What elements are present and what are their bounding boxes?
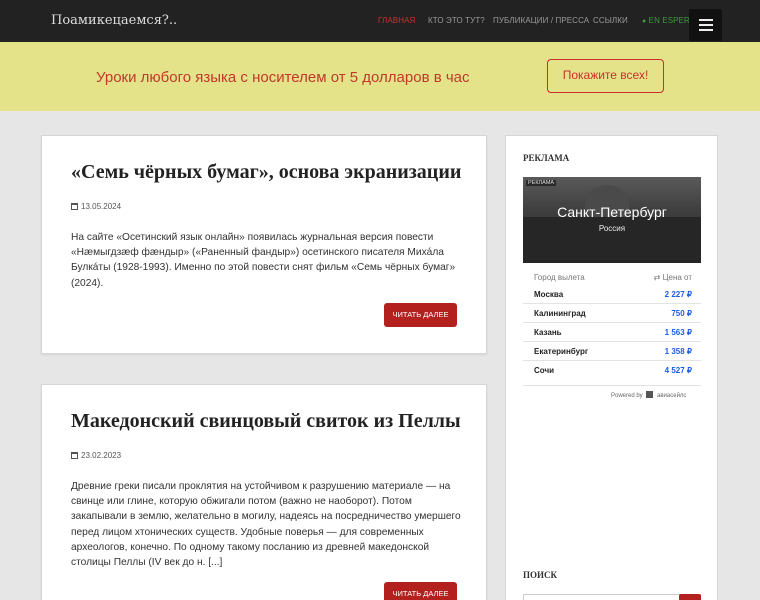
nav-esperanto[interactable]: ● EN ESPERA bbox=[642, 16, 695, 25]
ad-row-price[interactable]: 4 527 ₽ bbox=[665, 366, 692, 375]
read-more-button[interactable]: ЧИТАТЬ ДАЛЕЕ bbox=[384, 582, 457, 600]
ad-destination-image[interactable]: РЕКЛАМА Санкт-Петербург Россия bbox=[523, 177, 701, 263]
sidebar: РЕКЛАМА РЕКЛАМА Санкт-Петербург Россия Г… bbox=[505, 135, 718, 600]
top-navbar: Поамикецаемся?.. ГЛАВНАЯ КТО ЭТО ТУТ? ПУ… bbox=[0, 0, 760, 42]
row-divider bbox=[523, 322, 701, 323]
ad-row-city[interactable]: Москва bbox=[534, 290, 563, 299]
ad-country: Россия bbox=[598, 224, 626, 233]
ad-col-from: Город вылета bbox=[534, 273, 585, 282]
ad-city: Санкт-Петербург bbox=[557, 204, 667, 220]
promo-banner: Уроки любого языка с носителем от 5 долл… bbox=[0, 42, 760, 111]
powered-label: Powered by bbox=[611, 393, 643, 399]
ad-widget-title: РЕКЛАМА bbox=[523, 153, 570, 163]
calendar-icon bbox=[71, 452, 78, 459]
ad-row-price[interactable]: 1 563 ₽ bbox=[665, 328, 692, 337]
nav-publications[interactable]: ПУБЛИКАЦИИ / ПРЕССА bbox=[493, 16, 589, 25]
nav-home[interactable]: ГЛАВНАЯ bbox=[378, 16, 415, 25]
search-button[interactable] bbox=[679, 594, 701, 600]
green-dot-icon: ● bbox=[642, 18, 647, 25]
powered-brand: авиасейлс bbox=[657, 393, 687, 399]
ad-row-price[interactable]: 750 ₽ bbox=[671, 309, 692, 318]
row-divider bbox=[523, 385, 701, 386]
row-divider bbox=[523, 360, 701, 361]
post-date-text: 13.05.2024 bbox=[81, 202, 122, 211]
ad-row-city[interactable]: Екатеринбург bbox=[534, 347, 588, 356]
post-card: Македонский свинцовый свиток из Пеллы 23… bbox=[41, 384, 487, 600]
post-date: 13.05.2024 bbox=[71, 202, 121, 211]
ad-row-city[interactable]: Казань bbox=[534, 328, 562, 337]
post-date: 23.02.2023 bbox=[71, 451, 121, 460]
aviasales-logo-icon bbox=[646, 391, 654, 398]
show-all-button[interactable]: Покажите всех! bbox=[547, 59, 664, 93]
ad-col-price[interactable]: ⇄ Цена от bbox=[654, 273, 692, 282]
read-more-button[interactable]: ЧИТАТЬ ДАЛЕЕ bbox=[384, 303, 457, 327]
post-excerpt: Древние греки писали проклятия на устойч… bbox=[71, 481, 461, 569]
post-card: «Семь чёрных бумаг», основа экранизации … bbox=[41, 135, 487, 354]
post-title[interactable]: «Семь чёрных бумаг», основа экранизации bbox=[71, 161, 461, 184]
post-excerpt: На сайте «Осетинский язык онлайн» появил… bbox=[71, 232, 456, 289]
promo-text: Уроки любого языка с носителем от 5 долл… bbox=[96, 69, 470, 86]
powered-by[interactable]: Powered by авиасейлс bbox=[611, 391, 686, 399]
post-title[interactable]: Македонский свинцовый свиток из Пеллы bbox=[71, 410, 461, 433]
ad-row-city[interactable]: Калининград bbox=[534, 309, 586, 318]
nav-about[interactable]: КТО ЭТО ТУТ? bbox=[428, 16, 485, 25]
calendar-icon bbox=[71, 203, 78, 210]
row-divider bbox=[523, 303, 701, 304]
search-input[interactable] bbox=[523, 594, 683, 600]
row-divider bbox=[523, 341, 701, 342]
site-brand[interactable]: Поамикецаемся?.. bbox=[51, 13, 177, 28]
search-widget-title: ПОИСК bbox=[523, 570, 558, 580]
ad-row-price[interactable]: 1 358 ₽ bbox=[665, 347, 692, 356]
menu-toggle-button[interactable] bbox=[689, 9, 722, 41]
hamburger-icon bbox=[699, 19, 713, 21]
ad-badge: РЕКЛАМА bbox=[526, 180, 557, 186]
ad-row-city[interactable]: Сочи bbox=[534, 366, 554, 375]
nav-links[interactable]: ССЫЛКИ bbox=[593, 16, 628, 25]
ad-row-price[interactable]: 2 227 ₽ bbox=[665, 290, 692, 299]
post-date-text: 23.02.2023 bbox=[81, 451, 122, 460]
